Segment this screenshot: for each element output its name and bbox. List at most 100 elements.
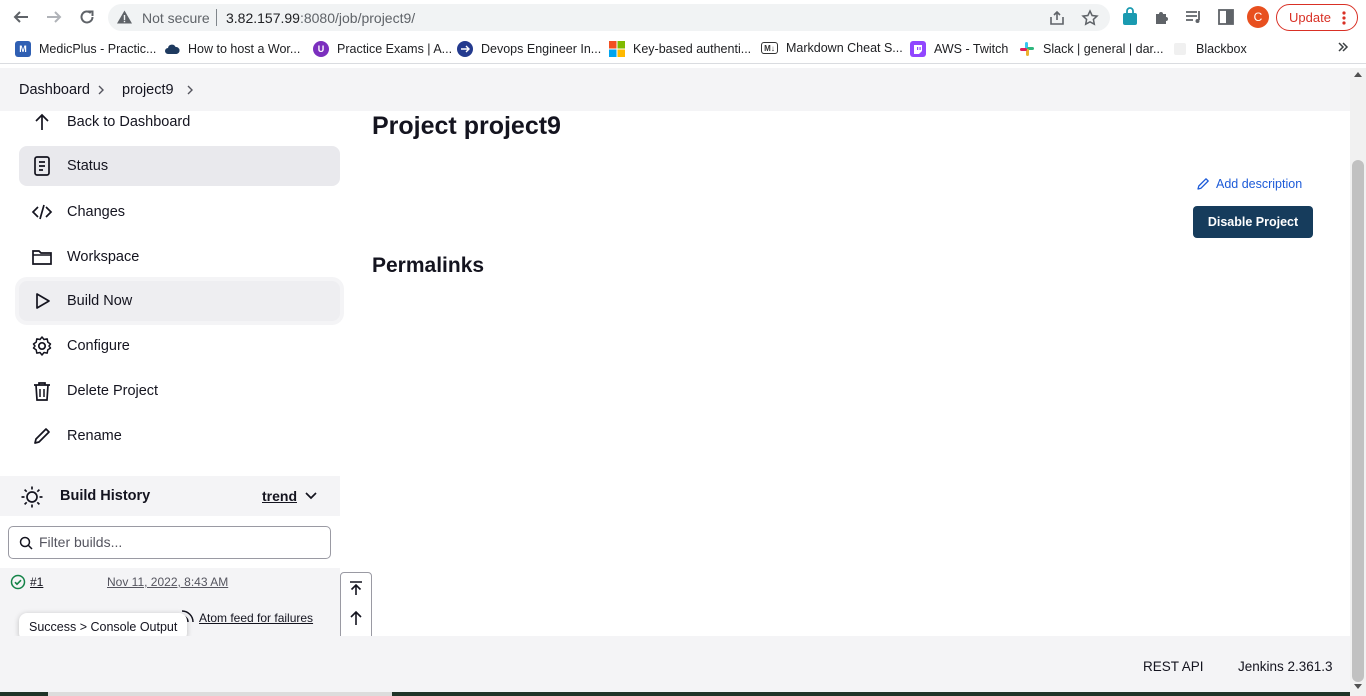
puzzle-icon[interactable] — [1152, 7, 1172, 27]
bookmark-label: MedicPlus - Practic... — [39, 42, 157, 56]
build-history-sun-icon — [20, 485, 44, 509]
update-label: Update — [1289, 10, 1331, 25]
bookmark-markdown-cheat[interactable]: M↓ Markdown Cheat S... — [761, 41, 903, 55]
chevron-double-right-icon[interactable] — [1336, 40, 1350, 54]
media-list-icon[interactable] — [1184, 7, 1204, 27]
sidebar-item-configure[interactable]: Configure — [19, 326, 340, 366]
scroll-to-top-icon[interactable] — [341, 573, 371, 603]
build-date-link[interactable]: Nov 11, 2022, 8:43 AM — [107, 575, 228, 589]
bookmarks-bar: M MedicPlus - Practic... How to host a W… — [0, 34, 1366, 64]
share-icon[interactable] — [1048, 9, 1066, 27]
taskbar-segment — [48, 692, 392, 696]
url-path: :8080/job/project9/ — [299, 10, 416, 26]
bookmark-label: Blackbox — [1196, 42, 1247, 56]
disable-project-button[interactable]: Disable Project — [1193, 206, 1313, 238]
back-arrow-icon[interactable] — [10, 6, 32, 28]
pencil-icon — [31, 425, 53, 447]
sidebar-item-label: Changes — [67, 204, 126, 220]
bookmark-label: Devops Engineer In... — [481, 42, 602, 56]
bookmark-star-icon[interactable] — [1081, 9, 1099, 27]
build-history-title: Build History — [60, 488, 151, 504]
arrow-up-icon — [31, 111, 53, 133]
sidebar-item-status[interactable]: Status — [19, 146, 340, 186]
profile-avatar[interactable]: C — [1247, 6, 1269, 28]
document-icon — [31, 155, 53, 177]
sidebar-item-rename[interactable]: Rename — [19, 416, 340, 456]
kebab-menu-icon[interactable] — [1342, 11, 1346, 25]
bookmark-label: Practice Exams | A... — [337, 42, 453, 56]
bookmark-aws-twitch[interactable]: AWS - Twitch — [910, 41, 1008, 57]
bookmark-host-wordpress[interactable]: How to host a Wor... — [164, 41, 300, 57]
edit-pencil-icon — [1197, 178, 1209, 190]
page-scrollbar[interactable] — [1350, 68, 1366, 696]
twitch-favicon-icon — [910, 41, 926, 57]
filter-area — [0, 516, 340, 568]
scrollbar-thumb[interactable] — [1352, 160, 1364, 682]
play-icon — [31, 290, 53, 312]
jenkins-version-link[interactable]: Jenkins 2.361.3 — [1238, 659, 1333, 674]
add-description-link[interactable]: Add description — [1196, 177, 1302, 191]
page-footer: REST API Jenkins 2.361.3 — [0, 636, 1350, 692]
sidebar-item-label: Back to Dashboard — [67, 114, 191, 130]
forward-arrow-icon[interactable] — [43, 6, 65, 28]
medicplus-favicon-icon: M — [15, 41, 31, 57]
sidebar-item-label: Delete Project — [67, 383, 159, 399]
chevron-right-icon[interactable] — [185, 82, 195, 98]
udemy-favicon-icon: U — [313, 41, 329, 57]
sidebar-item-label: Workspace — [67, 249, 140, 265]
bookmark-medicplus[interactable]: M MedicPlus - Practic... — [15, 41, 156, 57]
bookmark-label: AWS - Twitch — [934, 42, 1009, 56]
bookmark-blackbox[interactable]: Blackbox — [1172, 41, 1247, 57]
filter-builds-input[interactable] — [39, 534, 319, 550]
scroll-down-arrow-icon[interactable] — [1354, 684, 1362, 689]
address-bar[interactable]: Not secure 3.82.157.99:8080/job/project9… — [108, 4, 1110, 31]
bookmark-label: How to host a Wor... — [188, 42, 301, 56]
url-text[interactable]: 3.82.157.99:8080/job/project9/ — [226, 10, 415, 26]
sidebar-item-build-now[interactable]: Build Now — [19, 281, 340, 321]
build-number-link[interactable]: #1 — [30, 575, 43, 589]
reload-icon[interactable] — [76, 6, 98, 28]
chevron-down-icon[interactable] — [304, 489, 318, 503]
sidebar-item-workspace[interactable]: Workspace — [19, 237, 340, 277]
cloud-favicon-icon — [164, 41, 180, 57]
extension-bag-icon[interactable] — [1120, 7, 1140, 27]
rest-api-link[interactable]: REST API — [1143, 659, 1204, 674]
sidebar-item-label: Configure — [67, 338, 130, 354]
filter-builds-field[interactable] — [8, 526, 331, 559]
breadcrumb-project9[interactable]: project9 — [122, 82, 174, 98]
update-button[interactable]: Update — [1276, 4, 1358, 31]
sidebar-item-label: Status — [67, 158, 109, 174]
slack-favicon-icon — [1019, 41, 1035, 57]
folder-icon — [31, 246, 53, 268]
url-host: 3.82.157.99 — [226, 10, 300, 26]
trash-icon — [31, 380, 53, 402]
side-panel-icon[interactable] — [1216, 7, 1236, 27]
breadcrumb-dashboard[interactable]: Dashboard — [19, 82, 90, 98]
bookmark-label: Key-based authenti... — [633, 42, 752, 56]
add-description-label: Add description — [1216, 177, 1303, 191]
gear-icon — [31, 335, 53, 357]
sidebar-item-back-to-dashboard[interactable]: Back to Dashboard — [19, 102, 340, 142]
bookmark-label: Markdown Cheat S... — [786, 41, 903, 55]
chevron-right-icon — [96, 82, 106, 98]
warning-triangle-icon — [116, 9, 133, 25]
trend-link[interactable]: trend — [262, 488, 297, 504]
bookmark-devops-engineer[interactable]: Devops Engineer In... — [457, 41, 601, 57]
bookmark-practice-exams[interactable]: U Practice Exams | A... — [313, 41, 452, 57]
sidebar-item-changes[interactable]: Changes — [19, 192, 340, 232]
permalinks-heading: Permalinks — [372, 254, 485, 277]
sidebar-item-label: Build Now — [67, 293, 133, 309]
markdown-favicon-icon: M↓ — [761, 42, 778, 54]
scroll-up-arrow-icon[interactable] — [1354, 72, 1362, 77]
code-icon — [31, 201, 53, 223]
bookmark-slack[interactable]: Slack | general | dar... — [1019, 41, 1163, 57]
bookmark-key-based-auth[interactable]: Key-based authenti... — [609, 41, 751, 57]
taskbar-strip — [0, 692, 1350, 696]
page-title: Project project9 — [372, 112, 561, 140]
security-label[interactable]: Not secure — [142, 10, 210, 26]
sidebar-item-delete-project[interactable]: Delete Project — [19, 371, 340, 411]
build-history-header: Build History trend — [0, 476, 340, 516]
success-check-icon — [10, 574, 26, 590]
scroll-up-icon[interactable] — [341, 603, 371, 633]
atom-feed-failures-link[interactable]: Atom feed for failures — [199, 611, 313, 625]
